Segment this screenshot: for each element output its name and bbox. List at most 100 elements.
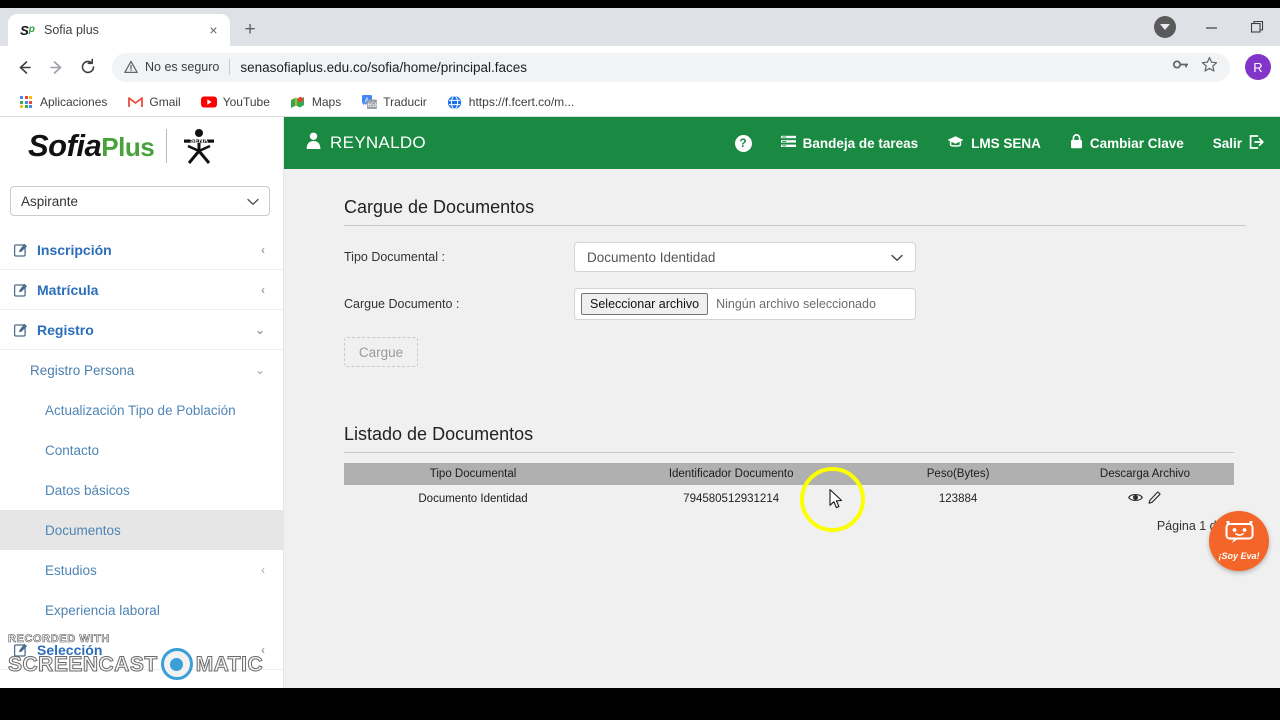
video-letterbox: Sp Sofia plus × + No es seguro senasofia… xyxy=(0,0,1280,720)
bookmark-maps[interactable]: Maps xyxy=(282,91,349,113)
nav-label: LMS SENA xyxy=(971,135,1041,151)
select-value: Documento Identidad xyxy=(587,249,716,265)
minimize-button[interactable] xyxy=(1188,8,1234,46)
sidebar-item-inscripcion[interactable]: Inscripción ‹ xyxy=(0,230,283,270)
cell-acciones xyxy=(1055,485,1234,513)
page-viewport: SofiaPlus SENA Aspirante Inscripción ‹ M… xyxy=(0,117,1280,688)
user-icon xyxy=(306,132,321,154)
cell-tipo-documental: Documento Identidad xyxy=(344,485,603,513)
url-text: senasofiaplus.edu.co/sofia/home/principa… xyxy=(240,59,528,75)
close-icon[interactable]: × xyxy=(205,22,222,39)
bookmark-youtube[interactable]: YouTube xyxy=(193,91,278,113)
table-header-row: Tipo Documental Identificador Documento … xyxy=(344,463,1234,485)
sidebar-item-contacto[interactable]: Contacto xyxy=(0,430,283,470)
nav-label: Cambiar Clave xyxy=(1089,135,1184,151)
profile-avatar[interactable]: R xyxy=(1245,54,1271,80)
sidebar-item-experiencia-laboral[interactable]: Experiencia laboral xyxy=(0,590,283,630)
bookmark-gmail[interactable]: Gmail xyxy=(119,91,188,113)
star-icon[interactable] xyxy=(1201,56,1218,78)
sidebar: SofiaPlus SENA Aspirante Inscripción ‹ M… xyxy=(0,117,284,688)
sidebar-item-label: Estudios xyxy=(45,562,97,578)
sidebar-item-documentos[interactable]: Documentos xyxy=(0,510,283,550)
bookmark-traducir[interactable]: A\u6587 Traducir xyxy=(353,91,435,113)
sidebar-menu: Inscripción ‹ Matrícula ‹ Registro ⌄ Registro … xyxy=(0,230,283,670)
svg-text:\u6587: \u6587 xyxy=(362,102,377,109)
sidebar-item-matricula[interactable]: Matrícula ‹ xyxy=(0,270,283,310)
listado-title: Listado de Documentos xyxy=(344,424,1234,453)
chevron-icon: ‹ xyxy=(261,242,265,257)
sidebar-item-registro[interactable]: Registro ⌄ xyxy=(0,310,283,350)
omnibox-divider xyxy=(229,59,231,75)
seleccionar-archivo-button[interactable]: Seleccionar archivo xyxy=(581,293,709,315)
window-controls xyxy=(1142,8,1280,46)
sidebar-item-label: Documentos xyxy=(45,522,121,538)
sidebar-item-label: Actualización Tipo de Población xyxy=(45,402,236,418)
tipo-documental-label: Tipo Documental : xyxy=(344,250,445,264)
translate-icon: A\u6587 xyxy=(361,94,377,110)
key-icon[interactable] xyxy=(1172,57,1189,77)
profile-pill-icon[interactable] xyxy=(1142,8,1188,46)
sidebar-item-datos-basicos[interactable]: Datos básicos xyxy=(0,470,283,510)
omnibox-actions xyxy=(1172,56,1218,78)
sidebar-item-estudios[interactable]: Estudios ‹ xyxy=(0,550,283,590)
app-header-bar: REYNALDO ? Bandeja de tareas LMS SENA Ca… xyxy=(284,117,1280,169)
sena-logo-icon: SENA xyxy=(179,126,219,166)
forward-icon[interactable] xyxy=(41,52,71,82)
tipo-documental-select[interactable]: Documento Identidad xyxy=(574,242,916,272)
sidebar-item-seleccion[interactable]: Selección ‹ xyxy=(0,630,283,670)
back-icon[interactable] xyxy=(9,52,39,82)
maximize-restore-button[interactable] xyxy=(1234,8,1280,46)
edit-square-icon xyxy=(14,243,28,257)
chevron-icon: ‹ xyxy=(261,282,265,297)
nav-cambiar-clave[interactable]: Cambiar Clave xyxy=(1070,134,1184,152)
sofia-plus-logo: SofiaPlus SENA xyxy=(0,117,283,174)
bookmark-fcert[interactable]: https://f.fcert.co/m... xyxy=(439,91,582,113)
bookmarks-bar: Aplicaciones Gmail YouTube Maps A\u6587 … xyxy=(0,88,1280,117)
sidebar-item-label: Selección xyxy=(37,641,103,658)
chevron-icon: ⌄ xyxy=(254,322,265,337)
column-header-descarga: Descarga Archivo xyxy=(1055,463,1234,485)
tab-title: Sofia plus xyxy=(44,23,99,37)
nav-bandeja-de-tareas[interactable]: Bandeja de tareas xyxy=(780,135,918,151)
main-content: REYNALDO ? Bandeja de tareas LMS SENA Ca… xyxy=(284,117,1280,688)
nav-salir[interactable]: Salir xyxy=(1212,134,1264,152)
tasks-icon xyxy=(780,135,796,151)
user-display: REYNALDO xyxy=(306,132,426,154)
sidebar-item-actualizacion-tipo-de-poblacion[interactable]: Actualización Tipo de Población xyxy=(0,390,283,430)
eva-chat-button[interactable]: ¡Soy Eva! xyxy=(1209,511,1269,571)
edit-pencil-icon[interactable] xyxy=(1148,491,1162,507)
content-panel: Cargue de Documentos Tipo Documental : D… xyxy=(298,179,1266,679)
youtube-icon xyxy=(200,94,217,110)
robot-face-icon xyxy=(1224,520,1255,550)
column-header-identificador: Identificador Documento xyxy=(602,463,861,485)
new-tab-button[interactable]: + xyxy=(236,16,264,44)
view-eye-icon[interactable] xyxy=(1128,492,1144,506)
role-select[interactable]: Aspirante xyxy=(10,186,270,216)
warning-triangle-icon xyxy=(124,60,138,74)
browser-tab-sofia-plus[interactable]: Sp Sofia plus × xyxy=(8,14,230,46)
logo-text: SofiaPlus xyxy=(28,128,155,163)
edit-square-icon xyxy=(14,323,28,337)
nav-label: Salir xyxy=(1212,135,1242,151)
role-select-value: Aspirante xyxy=(21,193,79,209)
cell-identificador: 794580512931214 xyxy=(602,485,861,513)
address-bar[interactable]: No es seguro senasofiaplus.edu.co/sofia/… xyxy=(112,52,1230,82)
pagination-text: Página 1 de 1 xyxy=(1156,519,1234,533)
nav-lms-sena[interactable]: LMS SENA xyxy=(947,135,1041,151)
gmail-icon xyxy=(127,94,143,110)
chevron-icon: ‹ xyxy=(261,642,265,657)
cargue-documento-label: Cargue Documento : xyxy=(344,297,460,311)
sidebar-item-label: Matrícula xyxy=(37,281,99,298)
tab-strip: Sp Sofia plus × + xyxy=(0,8,1280,46)
help-icon[interactable]: ? xyxy=(734,134,752,152)
bookmark-label: YouTube xyxy=(222,95,270,109)
header-nav: ? Bandeja de tareas LMS SENA Cambiar Cla… xyxy=(734,134,1264,152)
sidebar-item-registro-persona[interactable]: Registro Persona ⌄ xyxy=(0,350,283,390)
chevron-down-icon xyxy=(247,194,259,209)
eva-label: ¡Soy Eva! xyxy=(1218,551,1260,561)
bookmark-aplicaciones[interactable]: Aplicaciones xyxy=(10,91,115,113)
cargue-button[interactable]: Cargue xyxy=(344,337,418,367)
table-row: Documento Identidad 794580512931214 1238… xyxy=(344,485,1234,513)
file-input[interactable]: Seleccionar archivo Ningún archivo selec… xyxy=(574,288,916,320)
reload-icon[interactable] xyxy=(73,52,103,82)
